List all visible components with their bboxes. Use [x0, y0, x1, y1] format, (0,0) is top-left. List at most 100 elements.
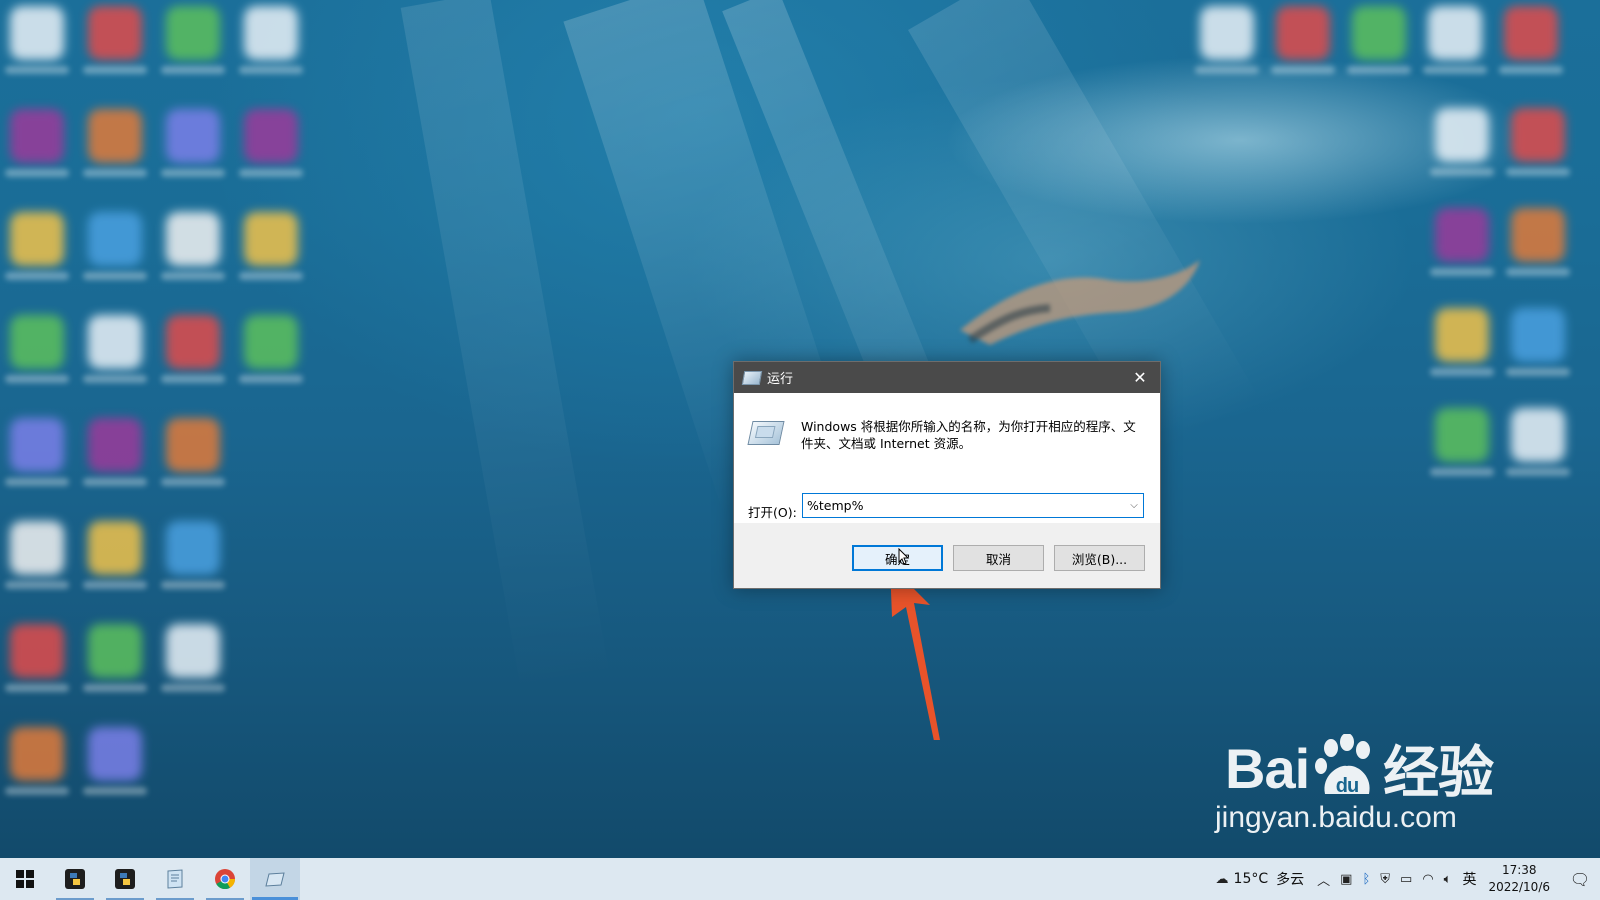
run-program-icon	[747, 421, 785, 445]
blurred-desktop-icon[interactable]	[1435, 108, 1489, 162]
blurred-icon-label	[239, 272, 303, 280]
blurred-icon-label	[161, 478, 225, 486]
blurred-desktop-icon[interactable]	[10, 212, 64, 266]
baidu-paw-icon: du	[1311, 732, 1381, 804]
network-drive-icon[interactable]: ▣	[1340, 872, 1352, 887]
security-shield-icon[interactable]: ⛨	[1380, 872, 1390, 887]
blurred-desktop-icon[interactable]	[166, 521, 220, 575]
chevron-down-icon[interactable]: ⌵	[1125, 500, 1143, 511]
blurred-icon-label	[83, 787, 147, 795]
baidu-watermark: Bai du 经验 jingyan.baidu.com	[1215, 728, 1494, 835]
blurred-icon-label	[239, 66, 303, 74]
blurred-icon-label	[5, 478, 69, 486]
open-input[interactable]	[803, 494, 1125, 517]
blurred-desktop-icon[interactable]	[10, 727, 64, 781]
weather-temp[interactable]: 15°C	[1234, 871, 1269, 887]
open-combobox[interactable]: ⌵	[802, 493, 1144, 518]
blurred-desktop-icon[interactable]	[1276, 6, 1330, 60]
clock[interactable]: 17:38 2022/10/6	[1488, 862, 1550, 896]
python-icon	[65, 869, 85, 889]
blurred-desktop-icon[interactable]	[166, 6, 220, 60]
weather-cloudy-icon[interactable]: ☁	[1216, 872, 1229, 887]
blurred-desktop-icon[interactable]	[166, 624, 220, 678]
blurred-icon-label	[1430, 368, 1494, 376]
dialog-description: Windows 将根据你所输入的名称，为你打开相应的程序、文件夹、文档或 Int…	[801, 419, 1136, 451]
dialog-body: Windows 将根据你所输入的名称，为你打开相应的程序、文件夹、文档或 Int…	[734, 393, 1160, 523]
blurred-icon-label	[1423, 66, 1487, 74]
volume-icon[interactable]: 🔈︎	[1444, 872, 1452, 887]
blurred-desktop-icon[interactable]	[244, 109, 298, 163]
taskbar-app-chrome[interactable]	[200, 858, 250, 900]
blurred-desktop-icon[interactable]	[10, 6, 64, 60]
close-icon: ✕	[1133, 368, 1147, 387]
taskbar-app-run[interactable]	[250, 858, 300, 900]
blurred-desktop-icon[interactable]	[244, 315, 298, 369]
cancel-button[interactable]: 取消	[953, 545, 1044, 571]
blurred-icon-label	[239, 169, 303, 177]
blurred-icon-label	[1430, 468, 1494, 476]
close-button[interactable]: ✕	[1120, 362, 1160, 393]
start-button[interactable]	[0, 858, 50, 900]
blurred-icon-label	[1506, 268, 1570, 276]
ime-indicator[interactable]: 英	[1462, 869, 1476, 889]
blurred-desktop-icon[interactable]	[88, 315, 142, 369]
watermark-url: jingyan.baidu.com	[1215, 801, 1457, 834]
taskbar-app-python[interactable]	[50, 858, 100, 900]
wifi-icon[interactable]: ◠	[1422, 872, 1433, 887]
taskbar-app-notepad[interactable]	[150, 858, 200, 900]
blurred-desktop-icon[interactable]	[10, 109, 64, 163]
blurred-icon-label	[1195, 66, 1259, 74]
blurred-desktop-icon[interactable]	[1352, 6, 1406, 60]
blurred-desktop-icon[interactable]	[10, 624, 64, 678]
blurred-desktop-icon[interactable]	[1435, 208, 1489, 262]
browse-button[interactable]: 浏览(B)...	[1054, 545, 1145, 571]
blurred-desktop-icon[interactable]	[88, 212, 142, 266]
blurred-icon-label	[83, 581, 147, 589]
blurred-desktop-icon[interactable]	[1200, 6, 1254, 60]
blurred-desktop-icon[interactable]	[88, 6, 142, 60]
blurred-desktop-icon[interactable]	[1504, 6, 1558, 60]
weather-desc[interactable]: 多云	[1276, 869, 1304, 889]
blurred-desktop-icon[interactable]	[1511, 208, 1565, 262]
blurred-desktop-icon[interactable]	[1511, 108, 1565, 162]
blurred-icon-label	[1506, 468, 1570, 476]
blurred-icon-label	[161, 581, 225, 589]
blurred-icon-label	[83, 272, 147, 280]
blurred-desktop-icon[interactable]	[1428, 6, 1482, 60]
blurred-icon-label	[83, 684, 147, 692]
blurred-desktop-icon[interactable]	[244, 212, 298, 266]
blurred-desktop-icon[interactable]	[244, 6, 298, 60]
bluetooth-icon[interactable]: ᛒ	[1362, 872, 1370, 887]
blurred-desktop-icon[interactable]	[10, 315, 64, 369]
taskbar-app-python-2[interactable]	[100, 858, 150, 900]
blurred-desktop-icon[interactable]	[10, 418, 64, 472]
blurred-desktop-icon[interactable]	[1435, 308, 1489, 362]
blurred-desktop-icon[interactable]	[10, 521, 64, 575]
dialog-titlebar[interactable]: 运行 ✕	[734, 362, 1160, 393]
blurred-desktop-icon[interactable]	[1511, 408, 1565, 462]
blurred-desktop-icon[interactable]	[166, 212, 220, 266]
blurred-desktop-icon[interactable]	[88, 521, 142, 575]
mouse-cursor-icon	[898, 548, 910, 565]
blurred-desktop-icon[interactable]	[1435, 408, 1489, 462]
taskbar: ☁ 15°C 多云 ︿ ▣ ᛒ ⛨ ▭ ◠ 🔈︎ 英 17:38 2022/10…	[0, 858, 1600, 900]
blurred-desktop-icon[interactable]	[88, 109, 142, 163]
blurred-desktop-icon[interactable]	[1511, 308, 1565, 362]
blurred-desktop-icon[interactable]	[166, 109, 220, 163]
blurred-desktop-icon[interactable]	[88, 418, 142, 472]
windows-start-icon	[16, 870, 34, 888]
blurred-icon-label	[5, 272, 69, 280]
run-dialog[interactable]: 运行 ✕ Windows 将根据你所输入的名称，为你打开相应的程序、文件夹、文档…	[733, 361, 1161, 589]
blurred-desktop-icon[interactable]	[88, 727, 142, 781]
system-tray: ☁ 15°C 多云 ︿ ▣ ᛒ ⛨ ▭ ◠ 🔈︎ 英 17:38 2022/10…	[1211, 858, 1600, 900]
light-ray	[400, 0, 611, 698]
blurred-desktop-icon[interactable]	[88, 624, 142, 678]
chevron-up-icon[interactable]: ︿	[1317, 870, 1330, 889]
battery-icon[interactable]: ▭	[1400, 872, 1412, 887]
watermark-jingyan: 经验	[1383, 741, 1494, 804]
blurred-desktop-icon[interactable]	[166, 315, 220, 369]
blurred-icon-label	[5, 787, 69, 795]
notification-icon[interactable]: 🗨︎	[1560, 870, 1600, 889]
blurred-desktop-icon[interactable]	[166, 418, 220, 472]
desktop-wallpaper: Bai du 经验 jingyan.baidu.com 运行 ✕ Windows…	[0, 0, 1600, 858]
